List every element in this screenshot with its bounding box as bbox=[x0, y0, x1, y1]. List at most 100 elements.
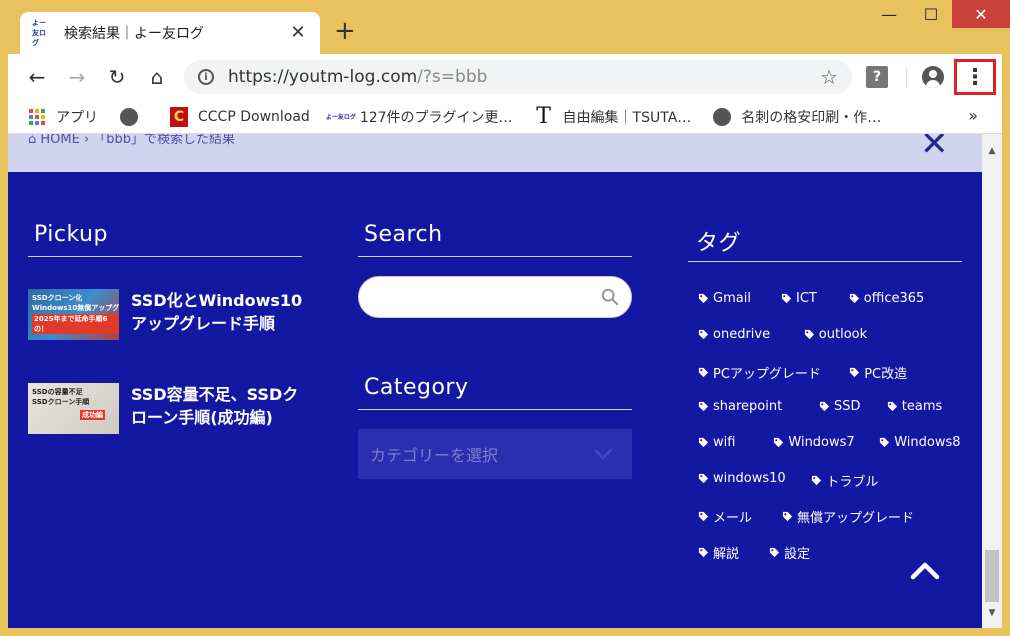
tag-icon bbox=[698, 329, 709, 340]
toolbar-separator bbox=[906, 68, 907, 88]
tag-link[interactable]: ICT bbox=[781, 291, 817, 306]
site-info-icon[interactable]: i bbox=[198, 69, 214, 85]
url-path: /?s=bbb bbox=[417, 67, 488, 87]
tab-title: 検索結果｜よー友ログ bbox=[64, 26, 204, 42]
maximize-button[interactable]: ☐ bbox=[910, 0, 952, 28]
tag-link[interactable]: PCアップグレード bbox=[698, 363, 821, 382]
tag-link[interactable]: Windows7 bbox=[773, 435, 855, 450]
tag-link[interactable]: トラブル bbox=[811, 471, 878, 490]
back-button[interactable]: ← bbox=[24, 64, 50, 90]
reload-button[interactable]: ↻ bbox=[104, 64, 130, 90]
bookmarks-overflow-button[interactable]: » bbox=[968, 106, 978, 125]
search-icon[interactable] bbox=[601, 288, 619, 306]
tag-icon bbox=[698, 547, 709, 558]
bookmark-label: CCCP Download bbox=[198, 108, 310, 125]
address-bar[interactable]: i https://youtm-log.com/?s=bbb ☆ bbox=[184, 60, 852, 94]
tag-link[interactable]: Gmail bbox=[698, 291, 751, 306]
tag-link[interactable]: 設定 bbox=[769, 543, 810, 562]
pickup-thumbnail[interactable]: SSDの容量不足 SSDクローン手順 成功編 bbox=[28, 383, 119, 434]
forward-button[interactable]: → bbox=[64, 64, 90, 90]
minimize-button[interactable]: — bbox=[868, 0, 910, 28]
breadcrumb-strip: ⌂ HOME › 「bbb」で検索した結果 ✕ bbox=[8, 134, 982, 172]
bookmark-globe[interactable] bbox=[120, 107, 148, 126]
bookmark-plugin-update[interactable]: よー友ログ 127件のプラグイン更… bbox=[325, 107, 513, 127]
close-x-icon[interactable]: ✕ bbox=[920, 134, 949, 164]
tag-label: メール bbox=[713, 511, 753, 526]
tag-label: onedrive bbox=[713, 327, 771, 342]
tag-label: wifi bbox=[713, 435, 736, 450]
tag-label: 設定 bbox=[784, 547, 811, 562]
category-selected-value: カテゴリーを選択 bbox=[370, 446, 499, 465]
tag-label: teams bbox=[901, 399, 943, 414]
pickup-thumbnail[interactable]: SSDクローン化 Windows10無償アップグレード 2025年まで延命手順6… bbox=[28, 289, 119, 340]
search-input[interactable] bbox=[375, 287, 585, 309]
tag-icon bbox=[774, 437, 784, 448]
tag-label: 無償アップグレード bbox=[797, 511, 915, 526]
tag-link[interactable]: SSD bbox=[819, 399, 861, 414]
pickup-item[interactable]: SSDクローン化 Windows10無償アップグレード 2025年まで延命手順6… bbox=[28, 289, 308, 340]
tag-link[interactable]: teams bbox=[887, 399, 943, 414]
home-button[interactable]: ⌂ bbox=[144, 64, 170, 90]
bookmark-tsutaya[interactable]: T 自由編集｜TSUTA… bbox=[535, 104, 691, 129]
pickup-item[interactable]: SSDの容量不足 SSDクローン手順 成功編 SSD容量不足、SSDクローン手順… bbox=[28, 383, 308, 434]
title-bar: よー友ログ 検索結果｜よー友ログ ✕ + — ☐ ✕ bbox=[0, 0, 1010, 54]
tag-link[interactable]: PC改造 bbox=[849, 363, 907, 382]
tag-icon bbox=[698, 401, 709, 412]
url-host: https://youtm-log.com bbox=[228, 67, 418, 87]
pickup-item-title[interactable]: SSD容量不足、SSDクローン手順(成功編) bbox=[131, 383, 308, 434]
site-favicon-icon: よー友ログ bbox=[32, 19, 46, 47]
bookmark-apps[interactable]: アプリ bbox=[28, 107, 98, 127]
search-divider bbox=[358, 256, 632, 257]
tag-link[interactable]: sharepoint bbox=[698, 399, 782, 414]
url-text: https://youtm-log.com/?s=bbb bbox=[228, 67, 487, 87]
tag-label: SSD bbox=[834, 399, 861, 414]
tab-close-icon[interactable]: ✕ bbox=[288, 22, 308, 43]
tag-label: ICT bbox=[796, 291, 817, 306]
bookmark-meishi[interactable]: 名刺の格安印刷・作… bbox=[713, 107, 881, 127]
chevron-down-icon bbox=[593, 448, 613, 461]
bookmark-label: 名刺の格安印刷・作… bbox=[741, 109, 882, 126]
bookmark-label: アプリ bbox=[56, 109, 98, 126]
bookmark-cccp[interactable]: C CCCP Download bbox=[170, 106, 310, 127]
scroll-down-arrow-icon[interactable]: ▼ bbox=[987, 608, 997, 618]
globe-icon bbox=[713, 107, 732, 126]
tag-link[interactable]: Windows8 bbox=[879, 435, 961, 450]
tag-link[interactable]: outlook bbox=[804, 327, 867, 342]
tag-link[interactable]: メール bbox=[698, 507, 752, 526]
tag-link[interactable]: onedrive bbox=[698, 327, 770, 342]
tag-link[interactable]: 無償アップグレード bbox=[782, 507, 914, 526]
search-title: Search bbox=[364, 222, 443, 247]
scroll-up-arrow-icon[interactable]: ▲ bbox=[987, 146, 997, 156]
tag-label: outlook bbox=[818, 327, 868, 342]
page-scrollbar[interactable]: ▲ ▼ bbox=[982, 134, 1002, 628]
browser-tab[interactable]: よー友ログ 検索結果｜よー友ログ ✕ bbox=[20, 12, 320, 54]
tag-icon bbox=[887, 401, 897, 412]
tag-label: office365 bbox=[863, 291, 925, 306]
profile-avatar-icon[interactable] bbox=[922, 66, 944, 88]
tag-link[interactable]: 解説 bbox=[698, 543, 739, 562]
window-close-button[interactable]: ✕ bbox=[952, 0, 1010, 28]
scrollbar-thumb[interactable] bbox=[985, 550, 999, 602]
browser-menu-button[interactable]: ⋮ bbox=[954, 59, 996, 95]
category-title: Category bbox=[364, 375, 469, 400]
new-tab-button[interactable]: + bbox=[334, 18, 356, 44]
search-box[interactable] bbox=[358, 276, 632, 318]
bookmark-star-icon[interactable]: ☆ bbox=[820, 65, 838, 89]
category-dropdown[interactable]: カテゴリーを選択 bbox=[358, 429, 632, 479]
tag-link[interactable]: windows10 bbox=[698, 471, 786, 486]
tag-link[interactable]: office365 bbox=[849, 291, 924, 306]
pickup-item-title[interactable]: SSD化とWindows10アップグレード手順 bbox=[131, 289, 308, 340]
browser-window: よー友ログ 検索結果｜よー友ログ ✕ + — ☐ ✕ ← → ↻ ⌂ i htt… bbox=[0, 0, 1010, 636]
tag-icon bbox=[782, 511, 793, 522]
help-extension-button[interactable]: ? bbox=[866, 66, 888, 88]
globe-icon bbox=[120, 107, 138, 126]
tag-icon bbox=[819, 401, 830, 412]
tag-icon bbox=[850, 367, 860, 378]
tag-icon bbox=[812, 475, 822, 486]
tag-link[interactable]: wifi bbox=[698, 435, 735, 450]
tag-label: windows10 bbox=[713, 471, 786, 486]
youtm-favicon-icon: よー友ログ bbox=[325, 114, 356, 121]
back-to-top-icon[interactable] bbox=[908, 558, 942, 582]
tags-divider bbox=[688, 261, 962, 262]
breadcrumb[interactable]: ⌂ HOME › 「bbb」で検索した結果 bbox=[28, 134, 235, 147]
